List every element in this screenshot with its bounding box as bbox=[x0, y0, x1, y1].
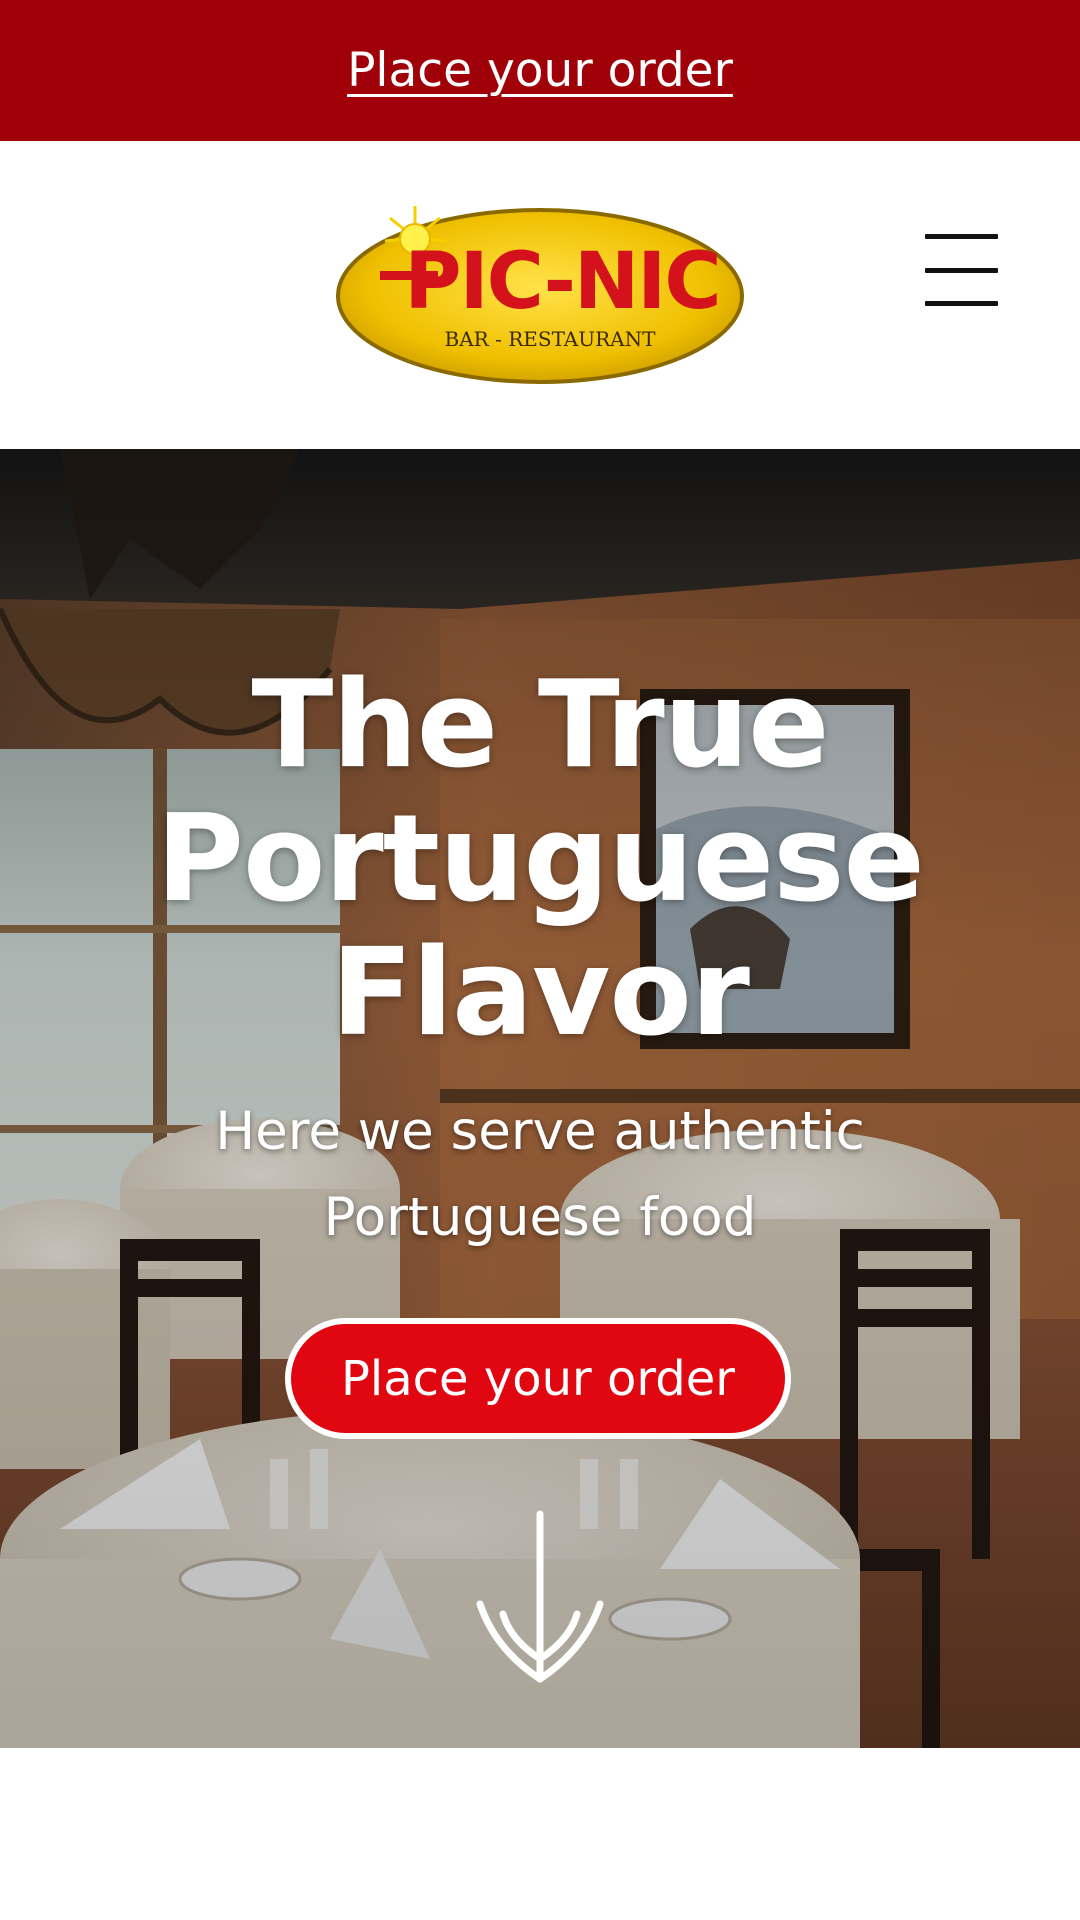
logo-tagline-text: BAR - RESTAURANT bbox=[445, 327, 657, 351]
hero-title: The True Portuguese Flavor bbox=[0, 659, 1080, 1061]
scroll-down-arrow-icon[interactable] bbox=[475, 1509, 605, 1689]
top-order-link[interactable]: Place your order bbox=[347, 43, 733, 98]
hero-title-line-1: The True bbox=[251, 656, 829, 795]
hero-section: The True Portuguese Flavor Here we serve… bbox=[0, 449, 1080, 1748]
hero-subtitle: Here we serve authentic Portuguese food bbox=[215, 1101, 865, 1248]
site-header: PIC-NIC BAR - RESTAURANT bbox=[0, 141, 1080, 449]
logo-brand-text: PIC-NIC bbox=[404, 237, 719, 327]
hero-title-line-3: Flavor bbox=[331, 924, 750, 1063]
place-order-button[interactable]: Place your order bbox=[285, 1318, 791, 1439]
hero-title-line-2: Portuguese bbox=[156, 790, 925, 929]
announcement-bar: Place your order bbox=[0, 0, 1080, 141]
page-bottom-blank bbox=[0, 1748, 1080, 1920]
pic-nic-logo[interactable]: PIC-NIC BAR - RESTAURANT bbox=[330, 196, 750, 386]
hamburger-menu-icon[interactable] bbox=[920, 234, 1000, 314]
